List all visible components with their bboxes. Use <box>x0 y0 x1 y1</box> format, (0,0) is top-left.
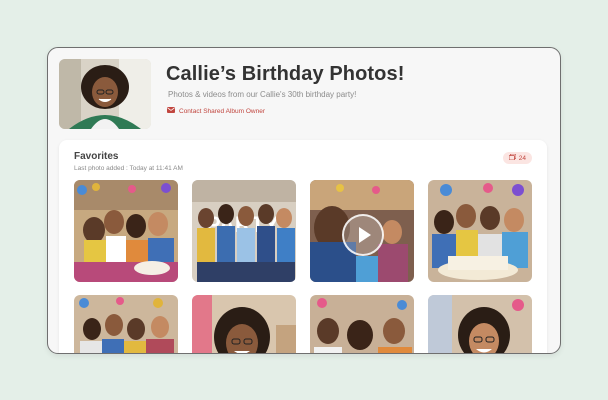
mail-icon <box>167 107 175 115</box>
photo-thumbnail[interactable] <box>428 180 532 282</box>
contact-owner-label: Contact Shared Album Owner <box>179 107 265 115</box>
album-header: Callie’s Birthday Photos! Photos & video… <box>48 48 560 140</box>
album-title: Callie’s Birthday Photos! <box>166 63 405 85</box>
photo-thumbnail[interactable] <box>192 295 296 353</box>
last-added-text: Last photo added : Today at 11:41 AM <box>74 165 183 172</box>
play-icon[interactable] <box>342 214 384 256</box>
favorites-panel: Favorites Last photo added : Today at 11… <box>59 140 547 353</box>
photo-thumbnail[interactable]: PARTY <box>192 180 296 282</box>
owner-avatar <box>59 59 151 129</box>
photos-icon <box>508 153 517 162</box>
favorites-title: Favorites <box>74 151 119 162</box>
photo-count: 24 <box>518 154 526 162</box>
photo-count-badge[interactable]: 24 <box>502 152 532 164</box>
photo-thumbnail[interactable] <box>74 295 178 353</box>
album-subtitle: Photos & videos from our Callie's 30th b… <box>168 90 357 99</box>
photo-thumbnail[interactable] <box>74 180 178 282</box>
photo-thumbnail[interactable] <box>310 295 414 353</box>
contact-owner-link[interactable]: Contact Shared Album Owner <box>167 107 265 115</box>
photo-thumbnail[interactable] <box>428 295 532 353</box>
video-thumbnail[interactable] <box>310 180 414 282</box>
album-window: Callie’s Birthday Photos! Photos & video… <box>47 47 561 354</box>
